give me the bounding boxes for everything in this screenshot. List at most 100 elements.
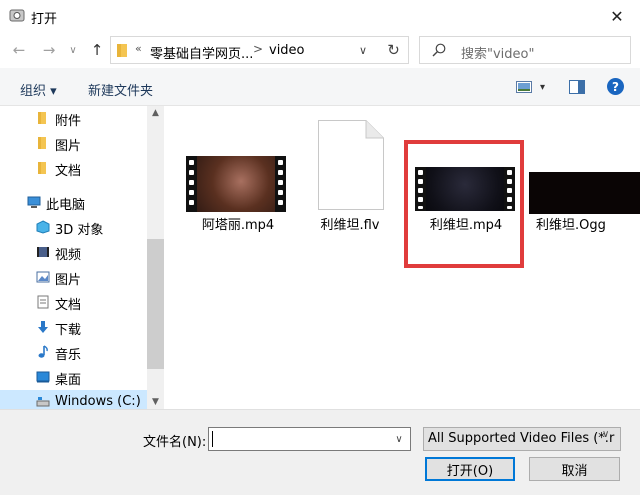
sidebar-item-label: 图片 [55,273,82,288]
file-list: 阿塔丽.mp4 利维坦.flv 利维坦.mp4 利维坦.Ogg [164,106,640,409]
sidebar-item-desktop[interactable]: 桌面 [0,365,147,390]
sidebar-item-label: 此电脑 [46,198,86,213]
cancel-button[interactable]: 取消 [529,457,620,481]
video-thumbnail [529,172,640,214]
sidebar-item-label: 下载 [55,323,82,338]
forward-arrow-icon: → [42,41,56,59]
file-type-value: All Supported Video Files (*.r [428,431,615,446]
title-bar: 打开 ✕ [0,0,640,32]
refresh-icon: ↻ [387,41,400,59]
file-name: 利维坦.Ogg [536,218,606,233]
search-icon [432,43,446,57]
file-name: 阿塔丽.mp4 [201,218,275,233]
forward-button[interactable]: → [38,40,60,60]
video-icon [37,247,49,257]
desktop-icon [36,371,50,383]
help-icon: ? [612,79,619,94]
breadcrumb-parent[interactable]: 零基础自学网页... [150,43,253,62]
view-options-icon[interactable] [516,81,532,93]
sidebar-item-label: 图片 [55,139,82,154]
sidebar-item-videos[interactable]: 视频 [0,240,147,265]
cancel-button-label: 取消 [561,463,588,479]
sidebar-item-label: 视频 [55,248,82,263]
scrollbar-thumb[interactable] [147,239,164,369]
address-history-button[interactable]: ∨ [348,37,378,63]
dialog-footer: 文件名(N): ∨ All Supported Video Files (*.r… [0,409,640,495]
organize-button[interactable]: 组织 ▾ [20,80,57,99]
search-box[interactable]: 搜索"video" [419,36,631,64]
file-item[interactable]: 阿塔丽.mp4 [186,106,290,236]
file-name: 利维坦.flv [320,218,380,233]
music-icon [38,345,48,358]
sidebar-item-pictures-folder[interactable]: 图片 [0,131,147,156]
navigation-scrollbar[interactable]: ▲ ▼ [147,106,164,409]
app-icon [9,9,25,22]
up-button[interactable]: ↑ [86,40,108,60]
sidebar-item-this-pc[interactable]: 此电脑 [0,190,147,215]
sidebar-item-label: 3D 对象 [55,223,104,238]
blank-document-icon [318,120,384,210]
overflow-icon[interactable]: « [135,42,142,55]
film-strip-right [275,156,286,212]
computer-icon [27,196,41,208]
back-button[interactable]: ← [8,40,30,60]
new-folder-button[interactable]: 新建文件夹 [88,80,153,99]
sidebar-item-3d-objects[interactable]: 3D 对象 [0,215,147,240]
sidebar-item-downloads[interactable]: 下载 [0,315,147,340]
open-button-label: 打开(O) [446,463,494,479]
3d-objects-icon [36,220,50,234]
navigation-bar: ← → ∨ ↑ « 零基础自学网页... > video ∨ ↻ 搜索"vide… [0,32,640,68]
documents-icon [37,295,49,309]
address-bar[interactable]: « 零基础自学网页... > video ∨ [110,36,409,64]
drive-icon [36,397,50,407]
filename-label: 文件名(N): [143,435,207,450]
refresh-button[interactable]: ↻ [379,36,409,64]
breadcrumb-current[interactable]: video [269,43,305,58]
chevron-down-icon: ∨ [69,44,77,56]
view-dropdown-icon[interactable]: ▾ [540,82,545,93]
back-arrow-icon: ← [12,41,26,59]
sidebar-item-windows-c[interactable]: Windows (C:) [0,390,147,409]
filename-input[interactable] [208,427,411,451]
file-item[interactable]: 利维坦.Ogg [526,106,640,236]
scroll-down-icon[interactable]: ▼ [147,397,164,407]
sidebar-item-label: Windows (C:) [55,394,141,409]
command-bar: 组织 ▾ 新建文件夹 ▾ ? [0,68,640,106]
help-button[interactable]: ? [607,78,624,95]
pictures-icon [36,271,50,283]
recent-locations-button[interactable]: ∨ [62,40,84,60]
sidebar-item-attachments[interactable]: 附件 [0,106,147,131]
close-icon: ✕ [610,6,624,26]
sidebar-item-documents-folder[interactable]: 文档 [0,156,147,181]
sidebar-item-label: 音乐 [55,348,82,363]
window-title: 打开 [31,12,58,27]
highlight-box [404,140,524,268]
folder-icon [117,44,127,57]
sidebar-item-label: 附件 [55,114,82,129]
preview-pane-icon[interactable] [569,80,585,94]
folder-icon [38,162,46,174]
sidebar-item-label: 桌面 [55,373,82,388]
scroll-up-icon[interactable]: ▲ [147,108,164,118]
chevron-down-icon[interactable]: ∨ [602,429,609,440]
download-icon [38,321,48,333]
chevron-down-icon: ∨ [395,433,403,445]
film-strip-left [186,156,197,212]
close-button[interactable]: ✕ [594,0,640,32]
sidebar-item-label: 文档 [55,298,82,313]
search-placeholder: 搜索"video" [461,47,535,62]
filename-history-button[interactable]: ∨ [389,428,409,450]
chevron-right-icon[interactable]: > [253,42,263,56]
file-type-select[interactable]: All Supported Video Files (*.r [423,427,621,451]
chevron-down-icon: ∨ [358,43,368,57]
folder-icon [38,137,46,149]
up-arrow-icon: ↑ [90,41,104,59]
open-button[interactable]: 打开(O) [425,457,515,481]
file-item[interactable]: 利维坦.flv [298,106,402,236]
sidebar-item-pictures[interactable]: 图片 [0,265,147,290]
navigation-pane: 附件 图片 文档 此电脑 3D 对象 视频 图片 文档 下载 音乐 桌面 Win… [0,106,147,409]
sidebar-item-label: 文档 [55,164,82,179]
sidebar-item-music[interactable]: 音乐 [0,340,147,365]
folder-icon [38,112,46,124]
sidebar-item-documents[interactable]: 文档 [0,290,147,315]
